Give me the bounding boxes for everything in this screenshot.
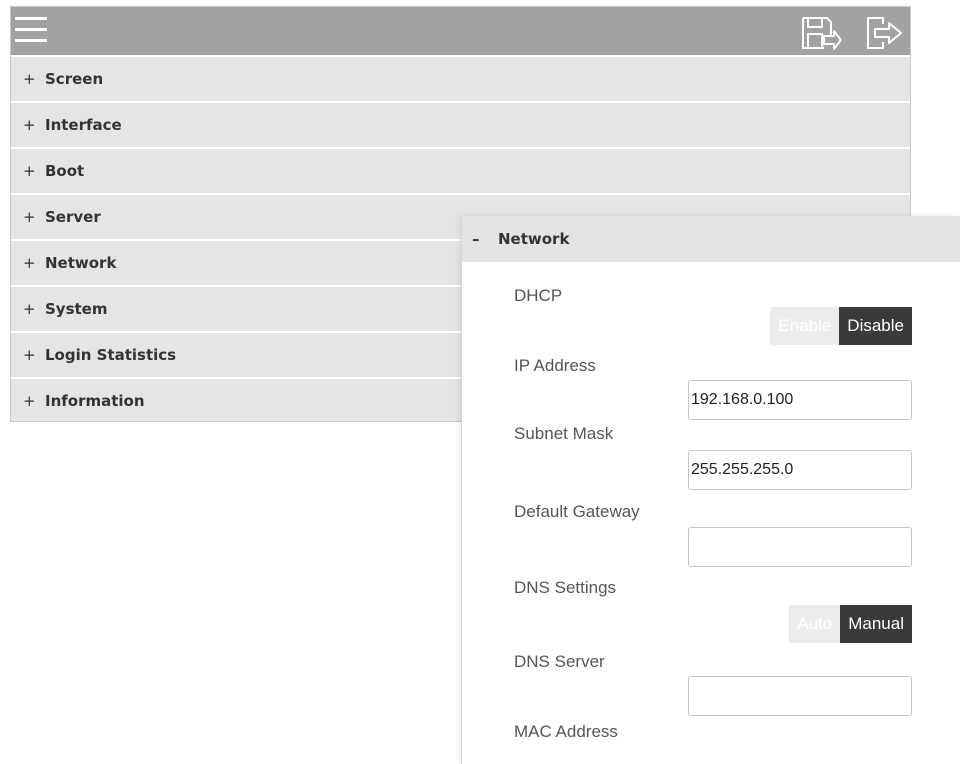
menu-item-label: Boot [45,162,85,180]
expand-icon: + [23,346,36,364]
menu-item-label: Server [45,208,101,226]
collapse-icon: – [472,230,480,248]
hamburger-menu-icon[interactable] [15,15,47,45]
expand-icon: + [23,254,36,272]
dns-server-input[interactable] [688,676,912,716]
menu-item-interface[interactable]: + Interface [11,101,910,147]
dns-server-label: DNS Server [514,652,605,671]
default-gateway-label: Default Gateway [514,502,640,521]
ip-address-input[interactable] [688,380,912,420]
save-export-icon[interactable] [800,15,842,51]
ip-address-label: IP Address [514,356,596,375]
dns-auto-button[interactable]: Auto [789,605,841,643]
menu-item-label: Screen [45,70,104,88]
dns-manual-button[interactable]: Manual [840,605,912,643]
menu-item-label: Network [45,254,117,272]
expand-icon: + [23,300,36,318]
mac-address-label: MAC Address [514,722,618,741]
menu-item-label: Information [45,392,145,410]
menu-item-label: Login Statistics [45,346,177,364]
subnet-mask-input[interactable] [688,450,912,490]
menu-item-boot[interactable]: + Boot [11,147,910,193]
dns-settings-label: DNS Settings [514,578,617,597]
expand-icon: + [23,208,36,226]
dhcp-toggle: Enable Disable [770,307,912,345]
menu-item-label: System [45,300,108,318]
top-toolbar [11,7,910,55]
network-settings-panel: – Network DHCP Enable Disable IP Address … [461,216,960,764]
expand-icon: + [23,392,36,410]
dns-settings-toggle: Auto Manual [789,605,912,643]
expand-icon: + [23,116,36,134]
menu-item-label: Interface [45,116,122,134]
dhcp-label: DHCP [514,286,563,305]
network-panel-header[interactable]: – Network [462,216,960,262]
subnet-mask-label: Subnet Mask [514,424,614,443]
default-gateway-input[interactable] [688,527,912,567]
logout-icon[interactable] [865,15,907,51]
network-panel-title: Network [498,230,570,248]
dhcp-disable-button[interactable]: Disable [839,307,912,345]
dhcp-enable-button[interactable]: Enable [770,307,840,345]
expand-icon: + [23,162,36,180]
expand-icon: + [23,70,36,88]
menu-item-screen[interactable]: + Screen [11,55,910,101]
